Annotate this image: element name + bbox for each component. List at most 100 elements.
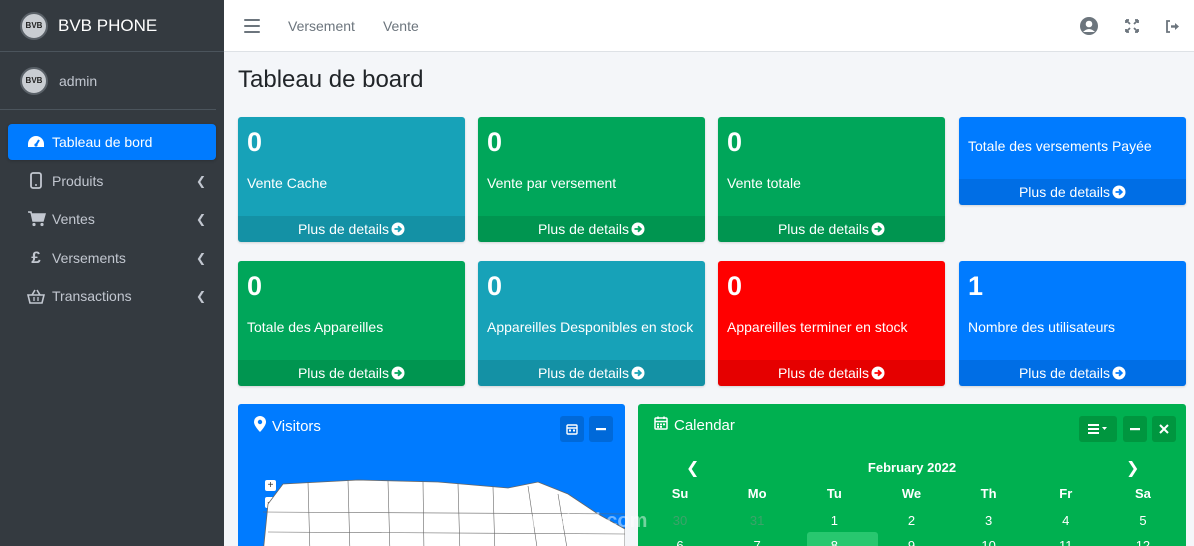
calendar-day[interactable]: 7 (731, 538, 783, 546)
card-label: Appareilles Desponibles en stock (487, 319, 694, 335)
calendar-menu-button[interactable] (1079, 416, 1117, 442)
card-label: Appareilles terminer en stock (727, 319, 908, 335)
sidebar-item-label: Transactions (52, 288, 132, 304)
calendar-day[interactable]: 10 (963, 538, 1015, 546)
pound-icon: £ (31, 247, 41, 267)
arrow-circle-right-icon (391, 366, 405, 380)
brand-logo: BVB (20, 11, 48, 40)
card-details-link[interactable]: Plus de details (238, 216, 465, 242)
calendar-day[interactable]: 12 (1117, 538, 1169, 546)
calendar-collapse-button[interactable] (1123, 416, 1147, 442)
calendar-icon (566, 424, 578, 435)
sidebar-item-label: Produits (52, 172, 104, 189)
weekday-label: Sa (1134, 486, 1151, 501)
minus-icon (596, 428, 606, 431)
chevron-right-icon[interactable]: ❯ (1126, 458, 1139, 478)
info-card-totale-appareilles: 0 Totale des Appareilles Plus de details (238, 261, 465, 386)
visitors-title: Visitors (254, 416, 321, 436)
nav-link-vente[interactable]: Vente (383, 18, 419, 34)
sidebar-item-produits[interactable]: Produits ❮ (8, 163, 216, 199)
brand-link[interactable]: BVB BVB PHONE (0, 0, 224, 52)
calendar-day[interactable]: 9 (885, 538, 937, 546)
footer-label: Plus de details (777, 365, 870, 381)
card-label: Totale des Appareilles (247, 319, 384, 335)
sidebar-item-label: Ventes (52, 211, 95, 227)
card-label: Totale des versements Payée (968, 138, 1152, 154)
calendar-day[interactable]: 1 (808, 513, 860, 528)
chevron-left-icon: ❮ (195, 250, 206, 265)
calendar-close-button[interactable] (1152, 416, 1176, 442)
close-icon (1159, 424, 1169, 434)
fullscreen-icon[interactable] (1125, 19, 1139, 33)
info-card-appareilles-terminer: 0 Appareilles terminer en stock Plus de … (718, 261, 945, 386)
card-value: 0 (727, 271, 743, 301)
card-details-link[interactable]: Plus de details (238, 360, 465, 386)
sidebar-item-tableau-de-bord[interactable]: Tableau de bord (8, 124, 216, 160)
sidebar-item-transactions[interactable]: Transactions ❮ (8, 278, 216, 314)
watermark: mostaql.com (524, 510, 648, 532)
calendar-day[interactable]: 6 (654, 538, 706, 546)
weekday-label: We (901, 486, 922, 501)
arrow-circle-right-icon (631, 222, 645, 236)
calendar-title: Calendar (654, 416, 735, 434)
card-details-link[interactable]: Plus de details (959, 179, 1186, 205)
calendar-week: 30 31 1 2 3 4 5 (654, 513, 1169, 528)
card-value: 0 (487, 271, 503, 301)
footer-label: Plus de details (1018, 184, 1111, 200)
weekday-label: Fr (1059, 486, 1073, 501)
card-value: 0 (727, 127, 743, 157)
calendar-day-other-month[interactable]: 30 (654, 513, 706, 528)
arrow-circle-right-icon (871, 366, 885, 380)
collapse-button[interactable] (589, 416, 613, 442)
weekday-label: Tu (826, 486, 842, 501)
calendar-day[interactable]: 5 (1117, 513, 1169, 528)
sidebar: BVB BVB PHONE BVB admin Tableau de bord … (0, 0, 224, 546)
minus-icon (1130, 428, 1140, 431)
calendar-nav: ❮ February 2022 ❯ (638, 458, 1186, 478)
footer-label: Plus de details (537, 365, 630, 381)
calendar-day[interactable]: 2 (885, 513, 937, 528)
info-card-vente-par-versement: 0 Vente par versement Plus de details (478, 117, 705, 242)
calendar-day[interactable]: 3 (963, 513, 1015, 528)
card-label: Vente Cache (247, 175, 328, 191)
calendar-month-label: February 2022 (867, 460, 957, 475)
calendar-day-other-month[interactable]: 31 (731, 513, 783, 528)
card-value: 0 (247, 127, 263, 157)
calendar-day[interactable]: 11 (1040, 538, 1092, 546)
user-panel[interactable]: BVB admin (0, 52, 216, 110)
nav-link-versement[interactable]: Versement (288, 18, 355, 34)
card-details-link[interactable]: Plus de details (478, 360, 705, 386)
footer-label: Plus de details (297, 221, 390, 237)
card-value: 1 (968, 271, 984, 301)
card-details-link[interactable]: Plus de details (959, 360, 1186, 386)
sidebar-item-ventes[interactable]: Ventes ❮ (8, 201, 216, 237)
card-label: Vente totale (727, 175, 801, 191)
user-circle-icon[interactable] (1079, 16, 1099, 36)
logout-icon[interactable] (1165, 19, 1180, 33)
visitors-title-text: Visitors (272, 417, 321, 435)
card-details-link[interactable]: Plus de details (718, 360, 945, 386)
arrow-circle-right-icon (1112, 185, 1126, 199)
menu-toggle-icon[interactable] (244, 18, 260, 33)
top-right-actions (1079, 0, 1180, 52)
chevron-left-icon: ❮ (195, 212, 206, 226)
sidebar-item-versements[interactable]: £ Versements ❮ (8, 240, 216, 276)
arrow-circle-right-icon (1112, 366, 1126, 380)
arrow-circle-right-icon (871, 222, 885, 236)
user-name: admin (59, 72, 98, 89)
chevron-left-icon: ❮ (195, 289, 206, 303)
sidebar-item-label: Tableau de bord (52, 134, 153, 150)
footer-label: Plus de details (1018, 365, 1111, 381)
card-details-link[interactable]: Plus de details (718, 216, 945, 242)
calendar-day-today[interactable]: 8 (808, 538, 860, 546)
arrow-circle-right-icon (391, 222, 405, 236)
info-card-vente-cache: 0 Vente Cache Plus de details (238, 117, 465, 242)
mobile-icon (26, 172, 46, 189)
card-value: 0 (247, 271, 263, 301)
footer-label: Plus de details (297, 365, 390, 381)
calendar-day[interactable]: 4 (1040, 513, 1092, 528)
footer-label: Plus de details (777, 221, 870, 237)
card-label: Vente par versement (487, 175, 617, 191)
card-details-link[interactable]: Plus de details (478, 216, 705, 242)
calendar-range-button[interactable] (560, 416, 584, 442)
